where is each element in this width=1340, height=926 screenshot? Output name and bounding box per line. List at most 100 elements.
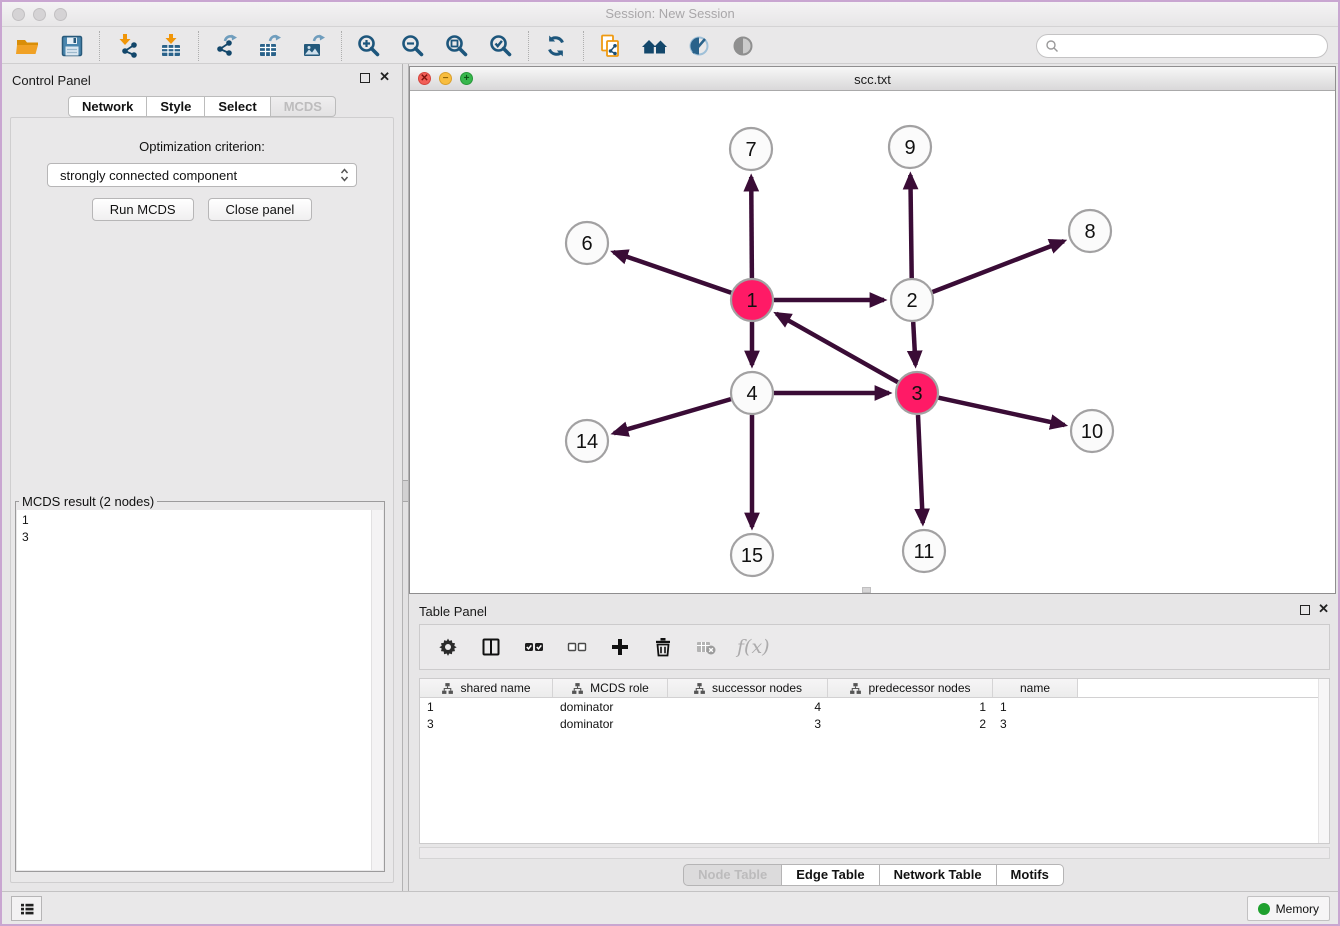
table-row[interactable]: 1dominator411: [420, 698, 1329, 715]
edge-2-8[interactable]: [933, 241, 1064, 292]
node-2[interactable]: 2: [891, 279, 933, 321]
zoom-selected-button[interactable]: [485, 30, 517, 62]
zoom-in-button[interactable]: [353, 30, 385, 62]
table-cell-predecessor-nodes[interactable]: 1: [828, 700, 993, 714]
edge-4-14[interactable]: [614, 399, 731, 433]
export-network-icon: [213, 33, 239, 59]
close-table-panel-icon[interactable]: ✕: [1318, 601, 1329, 617]
tab-network-table[interactable]: Network Table: [880, 864, 997, 886]
network-window-titlebar[interactable]: ✕ − + scc.txt: [410, 67, 1335, 91]
node-11[interactable]: 11: [903, 530, 945, 572]
tab-mcds[interactable]: MCDS: [271, 96, 336, 117]
hide-panel-button[interactable]: [683, 30, 715, 62]
edge-3-1[interactable]: [776, 314, 897, 383]
edge-1-6[interactable]: [614, 252, 732, 293]
close-panel-button[interactable]: Close panel: [208, 198, 313, 221]
open-folder-icon: [15, 33, 41, 59]
deselect-all-button[interactable]: [565, 635, 589, 659]
node-10[interactable]: 10: [1071, 410, 1113, 452]
network-canvas[interactable]: 1 2 3 4 6 7 8 9 10 11 14 15: [410, 91, 1335, 593]
split-columns-button[interactable]: [479, 635, 503, 659]
control-panel-header: Control Panel ✕: [2, 64, 402, 94]
criterion-dropdown[interactable]: strongly connected component: [47, 163, 357, 187]
node-15[interactable]: 15: [731, 534, 773, 576]
node-3[interactable]: 3: [896, 372, 938, 414]
select-all-button[interactable]: [522, 635, 546, 659]
node-9[interactable]: 9: [889, 126, 931, 168]
node-8[interactable]: 8: [1069, 210, 1111, 252]
table-cell-mcds-role[interactable]: dominator: [553, 700, 668, 714]
column-header-successor-nodes[interactable]: successor nodes: [668, 679, 828, 697]
column-header-shared-name[interactable]: shared name: [420, 679, 553, 697]
export-network-button[interactable]: [210, 30, 242, 62]
function-icon: f(x): [737, 636, 770, 658]
panel-splitter[interactable]: [402, 64, 409, 891]
node-4[interactable]: 4: [731, 372, 773, 414]
deselect-all-icon: [566, 636, 588, 658]
export-image-button[interactable]: [298, 30, 330, 62]
node-1[interactable]: 1: [731, 279, 773, 321]
tab-node-table[interactable]: Node Table: [683, 864, 782, 886]
table-cell-predecessor-nodes[interactable]: 2: [828, 717, 993, 731]
show-panel-button[interactable]: [727, 30, 759, 62]
window-title: Session: New Session: [2, 6, 1338, 21]
table-cell-successor-nodes[interactable]: 3: [668, 717, 828, 731]
zoom-fit-button[interactable]: [441, 30, 473, 62]
mcds-result-text[interactable]: 1 3: [17, 510, 370, 870]
float-panel-icon[interactable]: [360, 73, 370, 83]
import-table-button[interactable]: [155, 30, 187, 62]
table-cell-successor-nodes[interactable]: 4: [668, 700, 828, 714]
tab-select[interactable]: Select: [205, 96, 270, 117]
table-toolbar: f(x): [419, 624, 1330, 670]
edge-2-9[interactable]: [910, 175, 911, 278]
canvas-resize-grip[interactable]: [862, 587, 871, 593]
zoom-out-button[interactable]: [397, 30, 429, 62]
task-history-button[interactable]: [11, 896, 42, 921]
splitter-grip[interactable]: [403, 480, 408, 502]
table-hscrollbar[interactable]: [419, 847, 1330, 859]
home-button[interactable]: [639, 30, 671, 62]
search-input[interactable]: [1064, 39, 1319, 53]
node-6[interactable]: 6: [566, 222, 608, 264]
import-network-button[interactable]: [111, 30, 143, 62]
edge-3-10[interactable]: [939, 398, 1065, 425]
column-header-name[interactable]: name: [993, 679, 1078, 697]
save-session-button[interactable]: [56, 30, 88, 62]
node-14[interactable]: 14: [566, 420, 608, 462]
delete-table-button[interactable]: [694, 635, 718, 659]
refresh-button[interactable]: [540, 30, 572, 62]
network-window: ✕ − + scc.txt 1 2 3 4 6 7 8 9 10 11 14 15: [409, 66, 1336, 594]
tab-network[interactable]: Network: [68, 96, 147, 117]
table-cell-shared-name[interactable]: 1: [420, 700, 553, 714]
edge-2-3[interactable]: [913, 322, 915, 365]
function-builder-button[interactable]: f(x): [737, 635, 770, 659]
close-panel-icon[interactable]: ✕: [379, 69, 390, 85]
column-header-mcds-role[interactable]: MCDS role: [553, 679, 668, 697]
float-table-panel-icon[interactable]: [1300, 605, 1310, 615]
search-field[interactable]: [1036, 34, 1328, 58]
table-cell-mcds-role[interactable]: dominator: [553, 717, 668, 731]
result-scrollbar[interactable]: [371, 510, 383, 870]
table-scrollbar[interactable]: [1318, 679, 1329, 843]
edge-3-11[interactable]: [918, 415, 923, 523]
add-column-button[interactable]: [608, 635, 632, 659]
table-row[interactable]: 3dominator323: [420, 715, 1329, 732]
tab-edge-table[interactable]: Edge Table: [782, 864, 879, 886]
network-graph[interactable]: 1 2 3 4 6 7 8 9 10 11 14 15: [410, 91, 1335, 593]
table-settings-button[interactable]: [436, 635, 460, 659]
tab-motifs[interactable]: Motifs: [997, 864, 1064, 886]
table-cell-shared-name[interactable]: 3: [420, 717, 553, 731]
export-table-button[interactable]: [254, 30, 286, 62]
criterion-value: strongly connected component: [60, 168, 340, 183]
memory-button[interactable]: Memory: [1247, 896, 1330, 921]
edge-1-7[interactable]: [751, 177, 752, 278]
node-7[interactable]: 7: [730, 128, 772, 170]
delete-column-button[interactable]: [651, 635, 675, 659]
open-file-button[interactable]: [12, 30, 44, 62]
table-cell-name[interactable]: 3: [993, 717, 1078, 731]
tab-style[interactable]: Style: [147, 96, 205, 117]
clone-network-button[interactable]: [595, 30, 627, 62]
column-header-predecessor-nodes[interactable]: predecessor nodes: [828, 679, 993, 697]
run-mcds-button[interactable]: Run MCDS: [92, 198, 194, 221]
table-cell-name[interactable]: 1: [993, 700, 1078, 714]
